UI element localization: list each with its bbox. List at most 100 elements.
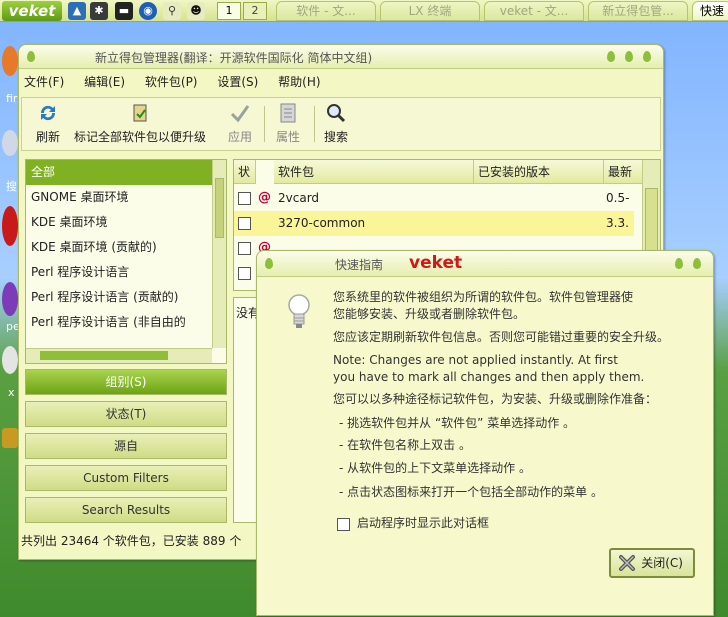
workspace-2[interactable]: 2 [243, 2, 267, 20]
browser-icon[interactable]: ◉ [139, 2, 157, 20]
menu-help[interactable]: 帮助(H) [278, 75, 320, 89]
category-list: 全部 GNOME 桌面环境 KDE 桌面环境 KDE 桌面环境 (贡献的) Pe… [25, 159, 227, 364]
category-all[interactable]: 全部 [26, 160, 226, 185]
task-software-docs[interactable]: 软件 - 文... [276, 1, 376, 21]
maximize-icon[interactable] [625, 51, 633, 62]
status-checkbox[interactable] [238, 267, 251, 280]
magnifier-icon [327, 104, 346, 123]
status-checkbox[interactable] [238, 242, 251, 255]
mark-upgrade-icon [133, 104, 147, 122]
category-item[interactable]: Perl 程序设计语言 [26, 260, 226, 285]
category-item[interactable]: KDE 桌面环境 [26, 210, 226, 235]
dialog-body: 您系统里的软件被组织为所谓的软件包。软件包管理器使 您能够安装、升级或者删除软件… [257, 278, 713, 615]
mark-all-upgrades-button[interactable]: 标记全部软件包以便升级 [74, 102, 206, 145]
category-item[interactable]: Perl 程序设计语言 (贡献的) [26, 285, 226, 310]
scroll-thumb[interactable] [645, 188, 658, 258]
column-latest-version[interactable]: 最新 [604, 160, 644, 184]
apply-label: 应用 [228, 130, 253, 144]
latest-version: 3.3. [606, 216, 629, 230]
table-row[interactable]: 3270-common 3.3. [234, 211, 634, 236]
dialog-title-bar[interactable]: 快速指南 veket [257, 251, 713, 277]
show-on-startup-checkbox[interactable] [337, 518, 350, 531]
column-installed-version[interactable]: 已安装的版本 [474, 160, 604, 184]
menu-package[interactable]: 软件包(P) [145, 75, 198, 89]
filter-status-button[interactable]: 状态(T) [25, 401, 227, 427]
desktop-label-x: x [8, 386, 15, 399]
close-label: 关闭(C) [641, 556, 683, 570]
desktop-label-firefox: fir [6, 92, 18, 105]
search-label: 搜索 [324, 130, 349, 144]
filter-origin-button[interactable]: 源自 [25, 433, 227, 459]
category-horizontal-scrollbar[interactable] [26, 348, 212, 363]
task-synaptic[interactable]: 新立得包管... [588, 1, 688, 21]
pidgin-icon[interactable] [2, 282, 18, 316]
properties-button[interactable]: 属性 [276, 102, 300, 145]
task-quick-guide[interactable]: 快速 [692, 1, 728, 21]
properties-icon [280, 103, 296, 123]
guide-bullet: - 在软件包名称上双击 。 [339, 438, 471, 452]
desktop-label-search: 搜 [6, 180, 17, 193]
custom-filters-button[interactable]: Custom Filters [25, 465, 227, 491]
status-checkbox[interactable] [238, 217, 251, 230]
xine-icon[interactable] [2, 346, 18, 374]
debian-icon: @ [258, 190, 271, 205]
guide-note: you have to mark all changes and then ap… [333, 370, 645, 384]
gear-icon[interactable]: ✱ [90, 2, 108, 20]
dialog-title: 快速指南 [335, 258, 384, 272]
menu-settings[interactable]: 设置(S) [217, 75, 258, 89]
close-icon[interactable] [693, 258, 701, 269]
menu-edit[interactable]: 编辑(E) [84, 75, 125, 89]
workspace-1[interactable]: 1 [217, 2, 241, 20]
guide-paragraph: 您应该定期刷新软件包信息。否则您可能错过重要的安全升级。 [333, 330, 670, 344]
close-icon[interactable] [643, 51, 651, 62]
close-x-icon [619, 555, 635, 571]
column-package[interactable]: 软件包 [274, 160, 474, 184]
window-menu-icon[interactable] [27, 51, 35, 62]
menu-file[interactable]: 文件(F) [24, 75, 64, 89]
folder-icon[interactable] [2, 428, 18, 448]
search-button[interactable]: 搜索 [324, 102, 348, 145]
minimize-icon[interactable] [607, 51, 615, 62]
task-lx-terminal[interactable]: LX 终端 [380, 1, 480, 21]
lightbulb-icon [288, 294, 310, 328]
search-icon[interactable]: ⚲ [163, 2, 181, 20]
search-results-button[interactable]: Search Results [25, 497, 227, 523]
terminal-icon[interactable]: ▬ [115, 2, 133, 20]
toolbar-separator [314, 106, 315, 142]
guide-paragraph: 您可以以多种途径标记软件包，为安装、升级或删除作准备： [333, 392, 658, 406]
title-bar[interactable]: 新立得包管理器(翻译：开源软件国际化 简体中文组) [19, 45, 663, 69]
veket-logo[interactable]: veket [2, 1, 62, 21]
refresh-label: 刷新 [36, 130, 61, 144]
category-item[interactable]: KDE 桌面环境 (贡献的) [26, 235, 226, 260]
apply-button[interactable]: 应用 [228, 102, 252, 145]
category-item[interactable]: GNOME 桌面环境 [26, 185, 226, 210]
package-name: 2vcard [278, 191, 320, 205]
status-checkbox[interactable] [238, 192, 251, 205]
table-row[interactable]: @ 2vcard 0.5- [234, 186, 634, 211]
firefox-icon[interactable] [2, 46, 18, 76]
qq-icon[interactable] [2, 206, 18, 246]
window-menu-icon[interactable] [265, 258, 273, 269]
guide-bullet: - 从软件包的上下文菜单选择动作 。 [339, 461, 531, 475]
column-status[interactable]: 状 [234, 160, 256, 184]
close-button[interactable]: 关闭(C) [609, 548, 695, 578]
task-veket-docs[interactable]: veket - 文... [484, 1, 584, 21]
guide-paragraph: 您能够安装、升级或者删除软件包。 [333, 307, 526, 321]
category-vertical-scrollbar[interactable] [212, 160, 226, 348]
latest-version: 0.5- [606, 191, 630, 205]
refresh-button[interactable]: 刷新 [36, 102, 60, 145]
quick-guide-dialog: 快速指南 veket 您系统里的软件被组织为所谓的软件包。软件包管理器使 您能够… [256, 250, 714, 616]
apply-check-icon [230, 105, 250, 123]
install-icon[interactable]: ▲ [68, 2, 86, 20]
window-title: 新立得包管理器(翻译：开源软件国际化 简体中文组) [95, 51, 373, 65]
filter-groups-button[interactable]: 组别(S) [25, 369, 227, 395]
scroll-thumb[interactable] [215, 178, 224, 238]
minimize-icon[interactable] [675, 258, 683, 269]
scroll-thumb[interactable] [40, 351, 168, 360]
refresh-icon [40, 105, 56, 121]
qq-penguin-icon[interactable]: ☻ [187, 2, 205, 20]
guide-bullet: - 挑选软件包并从 “软件包” 菜单选择动作 。 [339, 416, 576, 430]
show-on-startup-label[interactable]: 启动程序时显示此对话框 [357, 514, 489, 533]
desktop-app-icon[interactable] [2, 130, 18, 156]
category-item[interactable]: Perl 程序设计语言 (非自由的 [26, 310, 226, 335]
